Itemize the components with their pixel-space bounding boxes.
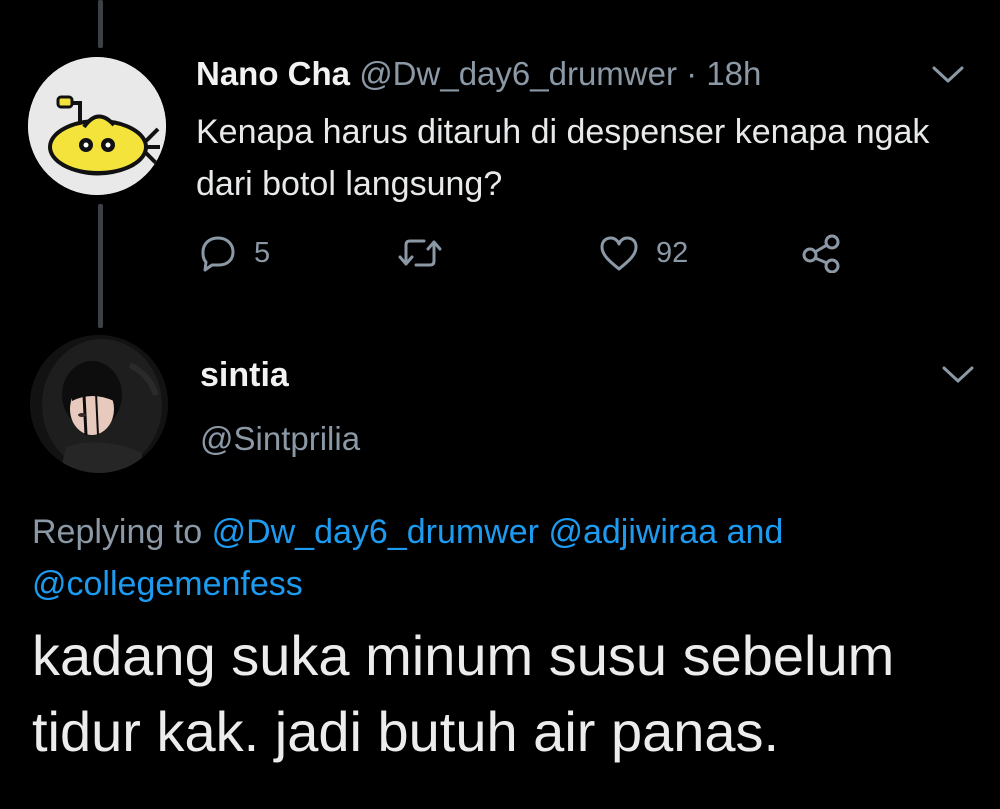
parent-tweet-header: Nano Cha @Dw_day6_drumwer · 18h	[196, 54, 761, 94]
parent-tweet-text: Kenapa harus ditaruh di despenser kenapa…	[196, 113, 930, 203]
parent-timestamp[interactable]: 18h	[706, 55, 761, 92]
parent-handle[interactable]: @Dw_day6_drumwer	[359, 55, 677, 92]
parent-avatar[interactable]	[28, 57, 166, 195]
mention-conjunction: and	[726, 513, 784, 551]
replying-to-label: Replying to	[32, 513, 203, 551]
user-photo-icon	[30, 335, 168, 473]
mention-link[interactable]: @adjiwiraa	[548, 513, 717, 551]
mention-link[interactable]: @collegemenfess	[32, 565, 303, 603]
reply-avatar[interactable]	[30, 335, 168, 473]
reply-action[interactable]: 5	[198, 232, 270, 274]
reply-display-name[interactable]: sintia	[200, 354, 289, 396]
reply-icon	[201, 236, 235, 272]
retweet-icon	[398, 239, 442, 267]
thread-line-top	[98, 0, 103, 48]
reply-count: 5	[254, 236, 271, 269]
thread-line-middle	[98, 204, 103, 328]
like-count: 92	[656, 236, 689, 269]
chevron-down-icon[interactable]	[930, 64, 966, 86]
retweet-action[interactable]	[396, 232, 444, 274]
reply-handle[interactable]: @Sintprilia	[200, 418, 360, 460]
share-action[interactable]	[800, 232, 842, 274]
parent-separator: ·	[686, 55, 698, 92]
mention-link[interactable]: @Dw_day6_drumwer	[212, 513, 539, 551]
heart-icon	[600, 236, 638, 271]
chevron-down-icon[interactable]	[940, 364, 976, 386]
parent-display-name[interactable]: Nano Cha	[196, 55, 350, 92]
replying-to-line: Replying to @Dw_day6_drumwer @adjiwiraa …	[32, 506, 972, 610]
like-action[interactable]: 92	[598, 232, 688, 274]
yellow-submarine-icon	[28, 57, 166, 195]
reply-tweet-text: kadang suka minum susu sebelum tidur kak…	[32, 624, 895, 763]
share-icon	[802, 234, 840, 273]
